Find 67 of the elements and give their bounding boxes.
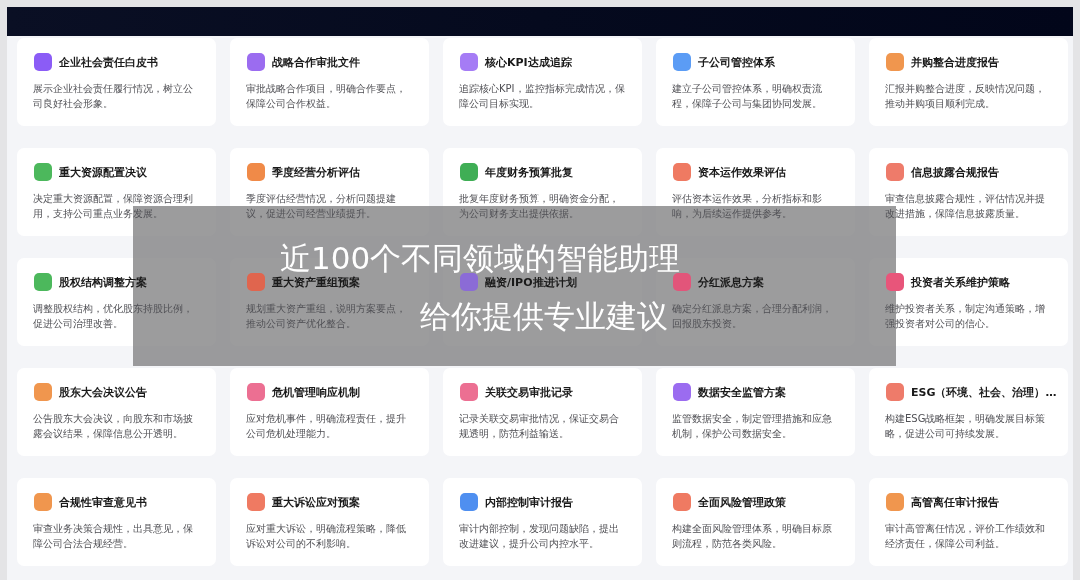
card-title: 股权结构调整方案: [59, 274, 147, 290]
card-title: 季度经营分析评估: [272, 164, 360, 180]
assistant-card[interactable]: 战略合作审批文件 审批战略合作项目，明确合作要点，保障公司合作权益。: [230, 38, 429, 126]
card-description: 季度评估经营情况，分析问题提建议，促进公司经营业绩提升。: [246, 192, 397, 221]
card-description: 建立子公司管控体系，明确权责流程，保障子公司与集团协同发展。: [672, 82, 823, 111]
assistant-card[interactable]: 信息披露合规报告 审查信息披露合规性，评估情况并提改进措施，保障信息披露质量。: [869, 148, 1068, 236]
card-title: 危机管理响应机制: [272, 384, 360, 400]
card-description: 构建全面风险管理体系，明确目标原则流程，防范各类风险。: [672, 522, 833, 551]
card-title: 融资/IPO推进计划: [485, 274, 577, 290]
card-title: 年度财务预算批复: [485, 164, 573, 180]
card-title: 信息披露合规报告: [911, 164, 999, 180]
card-description: 规划重大资产重组，说明方案要点，推动公司资产优化整合。: [246, 302, 407, 331]
card-description: 确定分红派息方案，合理分配利润，回报股东投资。: [672, 302, 833, 331]
card-title: 分红派息方案: [698, 274, 764, 290]
assistant-card[interactable]: 核心KPI达成追踪 追踪核心KPI，监控指标完成情况，保障公司目标实现。: [443, 38, 642, 126]
card-description: 审查业务决策合规性，出具意见，保障公司合法合规经营。: [33, 522, 194, 551]
card-title: 子公司管控体系: [698, 54, 775, 70]
card-description: 构建ESG战略框架，明确发展目标策略，促进公司可持续发展。: [885, 412, 1047, 441]
card-description: 维护投资者关系，制定沟通策略，增强投资者对公司的信心。: [885, 302, 1046, 331]
card-description: 评估资本运作效果，分析指标和影响，为后续运作提供参考。: [672, 192, 823, 221]
card-description: 应对危机事件，明确流程责任，提升公司危机处理能力。: [246, 412, 407, 441]
assistant-card[interactable]: 合规性审查意见书 审查业务决策合规性，出具意见，保障公司合法合规经营。: [17, 478, 216, 566]
card-title: 投资者关系维护策略: [911, 274, 1010, 290]
assistant-card[interactable]: 内部控制审计报告 审计内部控制，发现问题缺陷，提出改进建议，提升公司内控水平。: [443, 478, 642, 566]
card-title: 内部控制审计报告: [485, 494, 573, 510]
card-description: 调整股权结构，优化股东持股比例，促进公司治理改善。: [33, 302, 194, 331]
card-title: 关联交易审批记录: [485, 384, 573, 400]
assistant-card[interactable]: 危机管理响应机制 应对危机事件，明确流程责任，提升公司危机处理能力。: [230, 368, 429, 456]
assistant-card[interactable]: 全面风险管理政策 构建全面风险管理体系，明确目标原则流程，防范各类风险。: [656, 478, 855, 566]
card-title: 资本运作效果评估: [698, 164, 786, 180]
card-title: 核心KPI达成追踪: [485, 54, 572, 70]
card-description: 审计高管离任情况，评价工作绩效和经济责任，保障公司利益。: [885, 522, 1046, 551]
card-title: 股东大会决议公告: [59, 384, 147, 400]
card-title: 战略合作审批文件: [272, 54, 360, 70]
card-title: 合规性审查意见书: [59, 494, 147, 510]
card-description: 批复年度财务预算，明确资金分配，为公司财务支出提供依据。: [459, 192, 620, 221]
card-description: 记录关联交易审批情况，保证交易合规透明，防范利益输送。: [459, 412, 620, 441]
assistant-card[interactable]: 重大诉讼应对预案 应对重大诉讼，明确流程策略，降低诉讼对公司的不利影响。: [230, 478, 429, 566]
card-description: 汇报并购整合进度，反映情况问题，推动并购项目顺利完成。: [885, 82, 1046, 111]
assistant-card[interactable]: 股东大会决议公告 公告股东大会决议，向股东和市场披露会议结果，保障信息公开透明。: [17, 368, 216, 456]
card-description: 审批战略合作项目，明确合作要点，保障公司合作权益。: [246, 82, 407, 111]
card-title: 重大诉讼应对预案: [272, 494, 360, 510]
card-title: 重大资源配置决议: [59, 164, 147, 180]
card-description: 应对重大诉讼，明确流程策略，降低诉讼对公司的不利影响。: [246, 522, 407, 551]
card-description: 监管数据安全，制定管理措施和应急机制，保护公司数据安全。: [672, 412, 833, 441]
assistant-card[interactable]: 并购整合进度报告 汇报并购整合进度，反映情况问题，推动并购项目顺利完成。: [869, 38, 1068, 126]
card-description: 展示企业社会责任履行情况，树立公司良好社会形象。: [33, 82, 194, 111]
caption-text: 给你提供专业建议: [420, 298, 668, 334]
assistant-card[interactable]: 企业社会责任白皮书 展示企业社会责任履行情况，树立公司良好社会形象。: [17, 38, 216, 126]
card-description: 审查信息披露合规性，评估情况并提改进措施，保障信息披露质量。: [885, 192, 1046, 221]
card-title: ESG（环境、社会、治理）…: [911, 384, 1057, 400]
card-title: 数据安全监管方案: [698, 384, 786, 400]
assistant-card[interactable]: 高管离任审计报告 审计高管离任情况，评价工作绩效和经济责任，保障公司利益。: [869, 478, 1068, 566]
card-description: 追踪核心KPI，监控指标完成情况，保障公司目标实现。: [459, 82, 626, 111]
card-title: 并购整合进度报告: [911, 54, 999, 70]
card-description: 审计内部控制，发现问题缺陷，提出改进建议，提升公司内控水平。: [459, 522, 620, 551]
assistant-card[interactable]: 关联交易审批记录 记录关联交易审批情况，保证交易合规透明，防范利益输送。: [443, 368, 642, 456]
card-title: 全面风险管理政策: [698, 494, 786, 510]
assistant-card[interactable]: 子公司管控体系 建立子公司管控体系，明确权责流程，保障子公司与集团协同发展。: [656, 38, 855, 126]
card-title: 重大资产重组预案: [272, 274, 360, 290]
caption-text: 近100个不同领域的智能助理: [280, 240, 681, 276]
assistant-card[interactable]: ESG（环境、社会、治理）… 构建ESG战略框架，明确发展目标策略，促进公司可持续发展。: [869, 368, 1068, 456]
assistant-card[interactable]: 数据安全监管方案 监管数据安全，制定管理措施和应急机制，保护公司数据安全。: [656, 368, 855, 456]
card-description: 公告股东大会决议，向股东和市场披露会议结果，保障信息公开透明。: [33, 412, 194, 441]
card-title: 高管离任审计报告: [911, 494, 999, 510]
card-title: 企业社会责任白皮书: [59, 54, 158, 70]
card-description: 决定重大资源配置，保障资源合理利用，支持公司重点业务发展。: [33, 192, 194, 221]
